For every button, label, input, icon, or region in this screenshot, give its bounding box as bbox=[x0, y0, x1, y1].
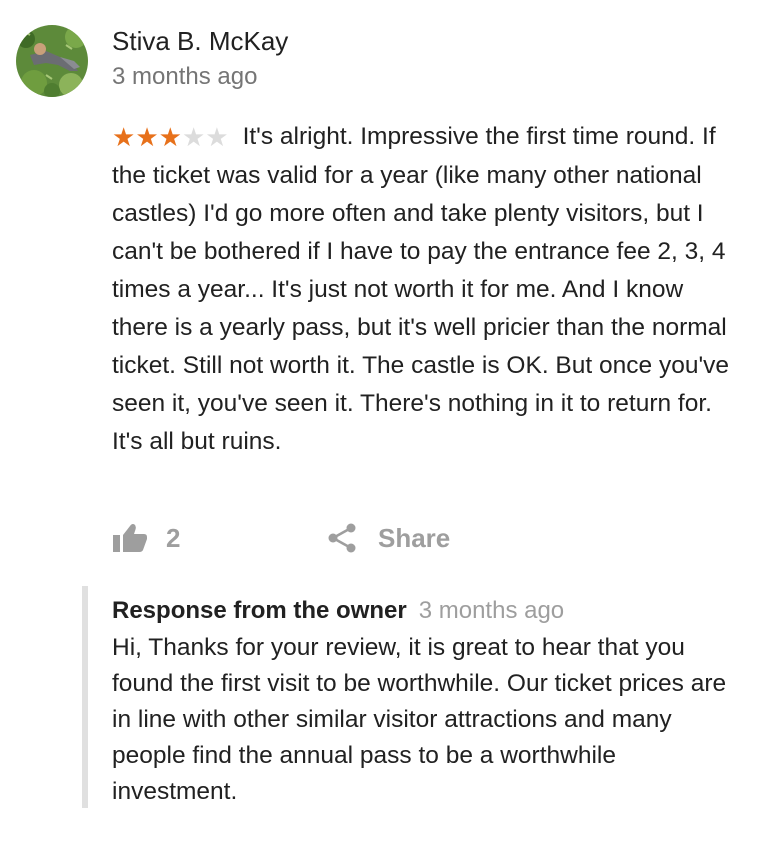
author-name[interactable]: Stiva B. McKay bbox=[112, 24, 288, 58]
response-header: Response from the owner 3 months ago bbox=[112, 594, 564, 628]
avatar[interactable] bbox=[16, 25, 88, 97]
owner-response: Response from the owner 3 months ago Hi, … bbox=[82, 586, 742, 808]
response-timestamp: 3 months ago bbox=[418, 597, 565, 624]
star-empty-icon: ★ bbox=[181, 123, 206, 153]
avatar-photo bbox=[16, 25, 88, 97]
share-icon bbox=[328, 523, 356, 553]
like-button[interactable]: 2 bbox=[112, 518, 180, 558]
share-label: Share bbox=[378, 522, 451, 553]
response-title: Response from the owner bbox=[112, 597, 407, 624]
review-text: It's alright. Impressive the first time … bbox=[112, 123, 729, 455]
review-actions: 2 Share bbox=[112, 518, 612, 558]
star-filled-icon: ★ bbox=[158, 123, 182, 153]
response-text: Hi, Thanks for your review, it is great … bbox=[112, 634, 727, 805]
like-count: 2 bbox=[166, 522, 181, 553]
star-empty-icon: ★ bbox=[205, 123, 229, 153]
star-filled-icon: ★ bbox=[135, 123, 159, 153]
review-card: Stiva B. McKay 3 months ago ★★★★★ It's al… bbox=[0, 0, 772, 846]
share-button[interactable]: Share bbox=[326, 518, 450, 558]
thumbs-up-icon bbox=[113, 524, 147, 552]
review-body: ★★★★★ It's alright. Impressive the first … bbox=[112, 118, 737, 461]
star-rating: ★★★★★ bbox=[112, 118, 229, 157]
review-timestamp: 3 months ago bbox=[112, 63, 258, 90]
star-filled-icon: ★ bbox=[112, 123, 136, 153]
